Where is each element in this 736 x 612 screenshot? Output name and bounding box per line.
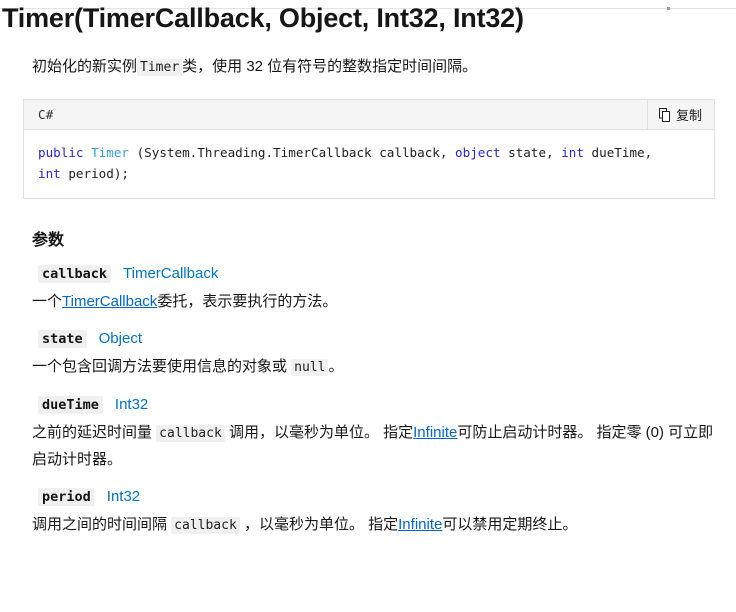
parameter-name: period [38,488,95,506]
description-text: 之前的延迟时间量 [32,424,156,441]
copy-code-label: 复制 [676,105,702,124]
code-token-plain: dueTime, [584,145,652,160]
parameter-name: callback [38,265,111,283]
code-token-plain: (System.Threading.TimerCallback callback… [129,145,455,160]
parameter-name: state [38,330,87,348]
description-link[interactable]: Infinite [398,516,442,533]
description-text: 一个包含回调方法要使用信息的对象或 [32,358,291,375]
description-text: 一个 [32,293,62,310]
parameter-block: callbackTimerCallback一个TimerCallback委托，表… [32,265,714,315]
parameter-description: 一个TimerCallback委托，表示要执行的方法。 [32,289,714,315]
code-language-label: C# [24,107,53,122]
description-link[interactable]: TimerCallback [62,293,157,310]
code-token-type: Timer [91,145,129,160]
description-inline-code: callback [156,425,225,442]
code-token-kw: int [38,166,61,181]
code-block-header: C# 复制 [24,100,714,130]
parameter-type-link[interactable]: TimerCallback [123,265,218,282]
parameter-type-link[interactable]: Int32 [115,396,148,413]
parameter-header: callback TimerCallback [32,265,714,283]
copy-code-button[interactable]: 复制 [647,100,714,129]
parameter-block: period Int32 调用之间的时间间隔 callback ，以毫秒为单位。 指… [32,488,714,539]
parameters-list: callbackTimerCallback一个TimerCallback委托，表… [32,265,714,539]
parameter-header: state Object [32,330,714,348]
page-content: 初始化的新实例Timer类，使用 32 位有符号的整数指定时间间隔。 C# 复制… [0,55,736,539]
description-text: 委托，表示要执行的方法。 [157,293,337,310]
description-text: 调用，以毫秒为单位。 指定 [225,424,413,441]
description-text: 。 [328,358,343,375]
code-token-plain [84,145,92,160]
intro-inline-code: Timer [137,59,182,76]
description-link[interactable]: Infinite [413,424,457,441]
code-token-kw: public [38,145,84,160]
intro-prefix: 初始化的新实例 [32,58,137,75]
page-title: Timer(TimerCallback, Object, Int32, Int3… [0,0,736,35]
description-inline-code: callback [171,517,240,534]
code-token-kw: object [455,145,501,160]
parameters-section-heading: 参数 [32,226,714,250]
description-inline-code: null [291,359,328,376]
parameter-block: state Object 一个包含回调方法要使用信息的对象或 null。 [32,330,714,381]
description-text: 调用之间的时间间隔 [32,516,171,533]
copy-document-icon [659,108,672,122]
code-block: C# 复制 public Timer (System.Threading.Tim… [23,99,715,199]
documentation-page: Timer(TimerCallback, Object, Int32, Int3… [0,0,736,539]
parameter-block: dueTime Int32 之前的延迟时间量 callback 调用，以毫秒为单位。… [32,396,714,473]
description-text: ，以毫秒为单位。 指定 [240,516,398,533]
parameter-header: dueTime Int32 [32,396,714,414]
description-text: 可以禁用定期终止。 [442,516,577,533]
code-block-body[interactable]: public Timer (System.Threading.TimerCall… [24,130,714,198]
parameter-description: 之前的延迟时间量 callback 调用，以毫秒为单位。 指定Infinite可… [32,420,714,473]
parameter-type-link[interactable]: Int32 [107,488,140,505]
code-token-plain: period); [61,166,129,181]
parameter-header: period Int32 [32,488,714,506]
code-token-plain: state, [501,145,562,160]
parameter-description: 一个包含回调方法要使用信息的对象或 null。 [32,354,714,381]
intro-paragraph: 初始化的新实例Timer类，使用 32 位有符号的整数指定时间间隔。 [32,55,714,80]
intro-suffix: 类，使用 32 位有符号的整数指定时间间隔。 [182,58,477,75]
code-token-kw: int [561,145,584,160]
parameter-description: 调用之间的时间间隔 callback ，以毫秒为单位。 指定Infinite可以… [32,512,714,539]
parameter-name: dueTime [38,396,103,414]
parameter-type-link[interactable]: Object [99,330,142,347]
